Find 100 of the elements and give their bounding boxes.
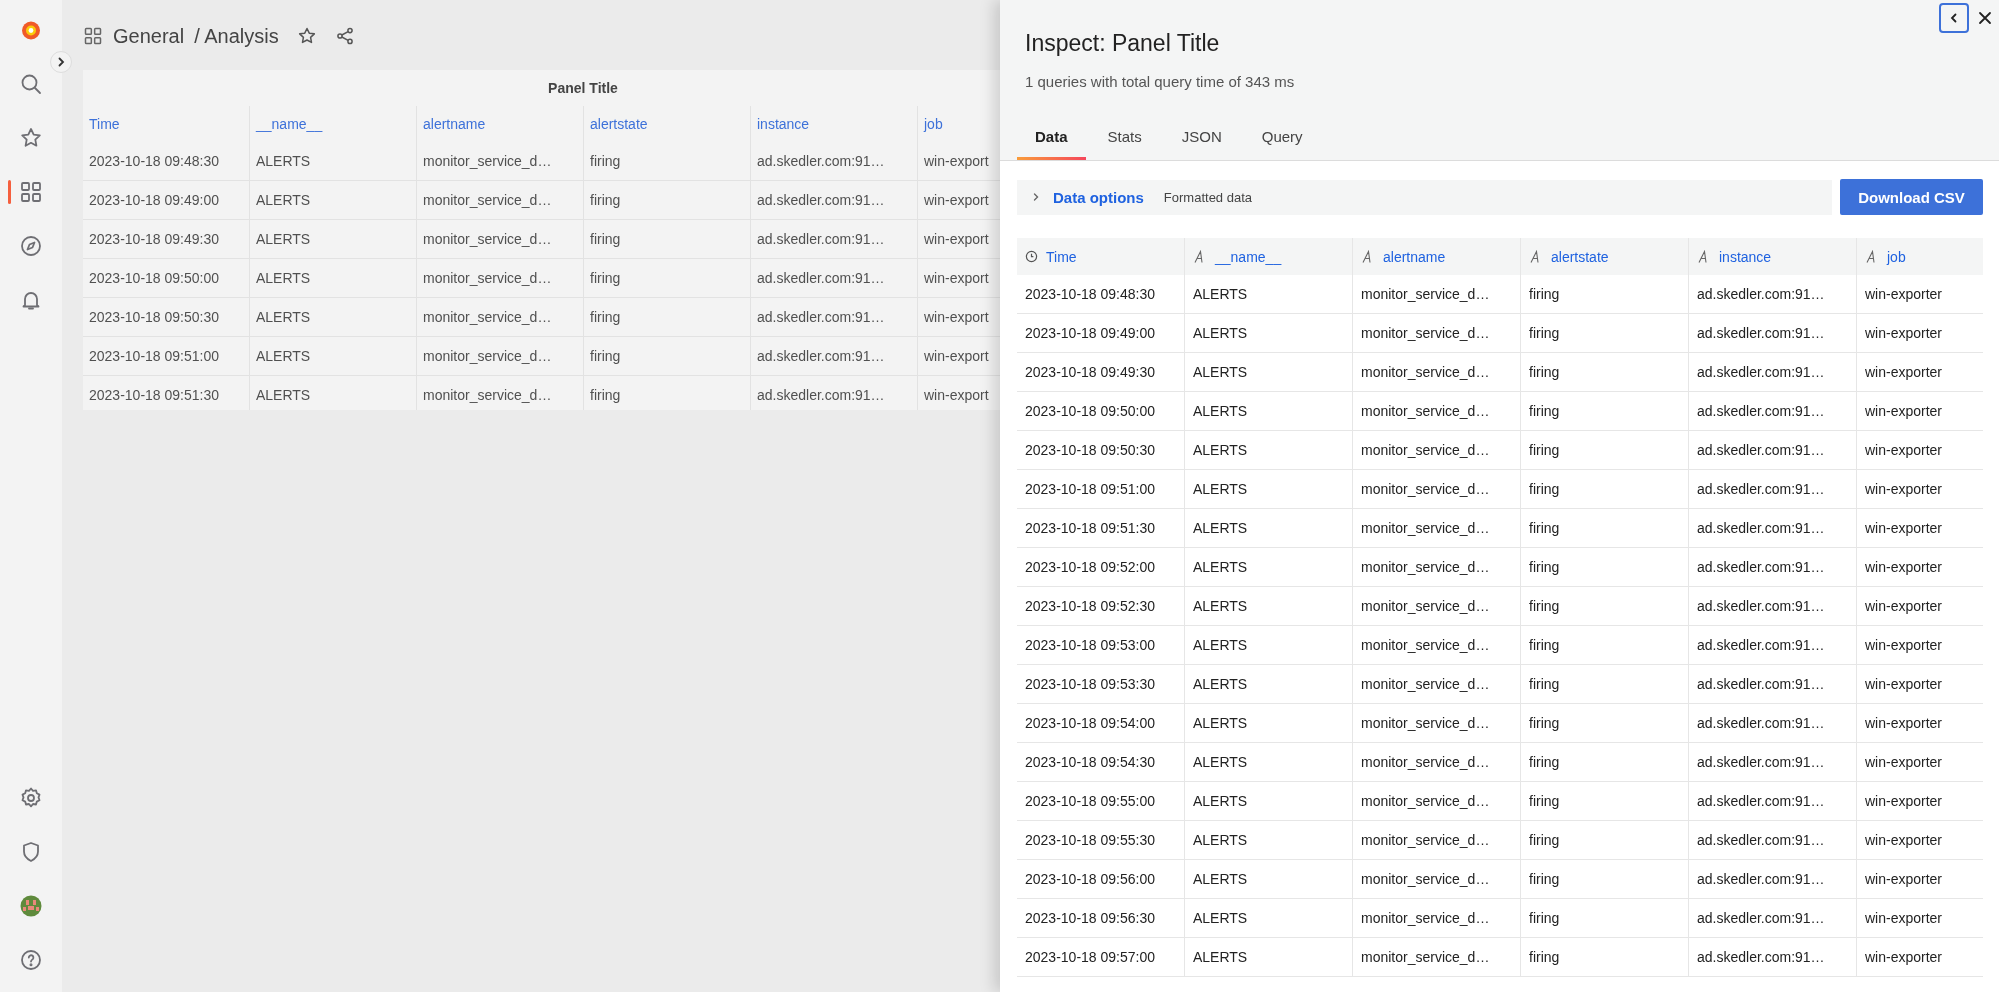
table-cell: 2023-10-18 09:56:00: [1017, 860, 1185, 898]
table-cell-text: win-exporter: [1864, 285, 1944, 304]
drawer-title: Inspect: Panel Title: [1025, 30, 1220, 57]
table-cell: ALERTS: [1185, 860, 1353, 898]
table-cell: 2023-10-18 09:49:30: [1017, 353, 1185, 391]
data-options-bar[interactable]: Data options Formatted data: [1017, 179, 1832, 215]
table-cell: ad.skedler.com:91…: [751, 337, 918, 375]
table-cell: ALERTS: [1185, 821, 1353, 859]
column-header[interactable]: alertname: [1353, 238, 1521, 275]
breadcrumb-link[interactable]: / Analysis: [194, 24, 279, 48]
table-cell-text: win-exporter: [1864, 480, 1944, 499]
column-header[interactable]: alertstate: [1521, 238, 1689, 275]
table-cell: ALERTS: [250, 298, 417, 336]
tab[interactable]: Stats: [1089, 128, 1160, 160]
help-icon[interactable]: [19, 948, 43, 972]
table-cell: ALERTS: [1185, 392, 1353, 430]
collapse-button[interactable]: [1939, 3, 1969, 33]
column-header[interactable]: Time: [1017, 238, 1185, 275]
table-cell: ALERTS: [250, 376, 417, 410]
data-options-label[interactable]: Data options: [1053, 188, 1144, 206]
table-cell: monitor_service_d…: [1353, 665, 1521, 703]
table-cell: firing: [1521, 626, 1689, 664]
share-icon[interactable]: [334, 26, 355, 46]
settings-icon[interactable]: [19, 786, 43, 810]
table-cell: firing: [1521, 470, 1689, 508]
table-cell-text: win-exporter: [1864, 792, 1944, 811]
table-cell: monitor_service_d…: [1353, 587, 1521, 625]
star-icon[interactable]: [19, 126, 43, 150]
table-cell-text: win-exporter: [1864, 948, 1944, 967]
table-cell: 2023-10-18 09:53:00: [1017, 626, 1185, 664]
table-cell-text: win-exporter: [1864, 753, 1944, 772]
active-indicator: [8, 180, 11, 204]
table-cell-text: win-exporter: [1864, 402, 1944, 421]
tab[interactable]: Data: [1017, 128, 1086, 160]
table-cell: 2023-10-18 09:55:30: [1017, 821, 1185, 859]
table-cell: monitor_service_d…: [417, 376, 584, 410]
column-header[interactable]: alertstate: [584, 106, 751, 142]
table-cell: ad.skedler.com:91…: [1689, 275, 1857, 313]
tab[interactable]: JSON: [1163, 128, 1240, 160]
table-cell: ad.skedler.com:91…: [751, 298, 918, 336]
close-icon[interactable]: [1977, 10, 1993, 26]
table-cell: firing: [1521, 548, 1689, 586]
table-cell-text: win-exporter: [1864, 714, 1944, 733]
table-cell: firing: [1521, 704, 1689, 742]
column-header[interactable]: __name__: [1185, 238, 1353, 275]
table-cell: 2023-10-18 09:52:30: [1017, 587, 1185, 625]
table-cell: monitor_service_d…: [1353, 782, 1521, 820]
table-cell: 2023-10-18 09:53:30: [1017, 665, 1185, 703]
table-cell: 2023-10-18 09:48:30: [83, 142, 250, 180]
table-cell: firing: [1521, 431, 1689, 469]
table-cell: ALERTS: [250, 259, 417, 297]
table-cell: firing: [1521, 860, 1689, 898]
table-cell: ALERTS: [250, 220, 417, 258]
tab[interactable]: Query: [1243, 128, 1321, 160]
expand-sidebar-button[interactable]: [50, 51, 72, 73]
compass-icon[interactable]: [19, 234, 43, 258]
download-csv-button[interactable]: Download CSV: [1840, 179, 1983, 215]
column-header[interactable]: Time: [83, 106, 250, 142]
table-cell: monitor_service_d…: [1353, 821, 1521, 859]
table-cell: 2023-10-18 09:55:00: [1017, 782, 1185, 820]
table-cell: ALERTS: [1185, 704, 1353, 742]
table-cell: monitor_service_d…: [1353, 743, 1521, 781]
table-cell: ad.skedler.com:91…: [1689, 470, 1857, 508]
table-cell: firing: [1521, 782, 1689, 820]
column-header[interactable]: __name__: [250, 106, 417, 142]
table-cell: ALERTS: [1185, 275, 1353, 313]
table-cell: firing: [1521, 314, 1689, 352]
table-cell: firing: [1521, 587, 1689, 625]
table-cell: ALERTS: [1185, 665, 1353, 703]
table-cell: ALERTS: [1185, 548, 1353, 586]
table-cell: firing: [1521, 665, 1689, 703]
search-icon[interactable]: [19, 72, 43, 96]
query-summary: 1 queries with total query time of 343 ms: [1025, 73, 1296, 90]
chevron-icon[interactable]: [1031, 192, 1041, 202]
table-cell: firing: [584, 298, 751, 336]
table-cell: monitor_service_d…: [417, 220, 584, 258]
table-cell: monitor_service_d…: [417, 259, 584, 297]
breadcrumb-link[interactable]: General: [113, 24, 185, 48]
table-cell: ad.skedler.com:91…: [1689, 821, 1857, 859]
column-header[interactable]: alertname: [417, 106, 584, 142]
table-cell: firing: [1521, 938, 1689, 976]
table-cell: firing: [1521, 509, 1689, 547]
table-cell-text: win-exporter: [1864, 870, 1944, 889]
column-header[interactable]: instance: [751, 106, 918, 142]
column-header[interactable]: job: [1857, 238, 1983, 275]
table-cell: ad.skedler.com:91…: [751, 142, 918, 180]
table-cell: ad.skedler.com:91…: [1689, 782, 1857, 820]
table-cell: ad.skedler.com:91…: [1689, 938, 1857, 976]
star-icon[interactable]: [296, 26, 317, 46]
grid-icon[interactable]: [19, 180, 43, 204]
table-cell: monitor_service_d…: [417, 142, 584, 180]
table-cell: 2023-10-18 09:56:30: [1017, 899, 1185, 937]
table-cell: 2023-10-18 09:51:00: [83, 337, 250, 375]
avatar-icon[interactable]: [19, 894, 43, 918]
table-cell-text: win-exporter: [1864, 636, 1944, 655]
table-cell: ad.skedler.com:91…: [1689, 860, 1857, 898]
table-cell-text: win-exporter: [1864, 909, 1944, 928]
column-header[interactable]: instance: [1689, 238, 1857, 275]
table-cell: firing: [1521, 899, 1689, 937]
table-cell: firing: [1521, 275, 1689, 313]
